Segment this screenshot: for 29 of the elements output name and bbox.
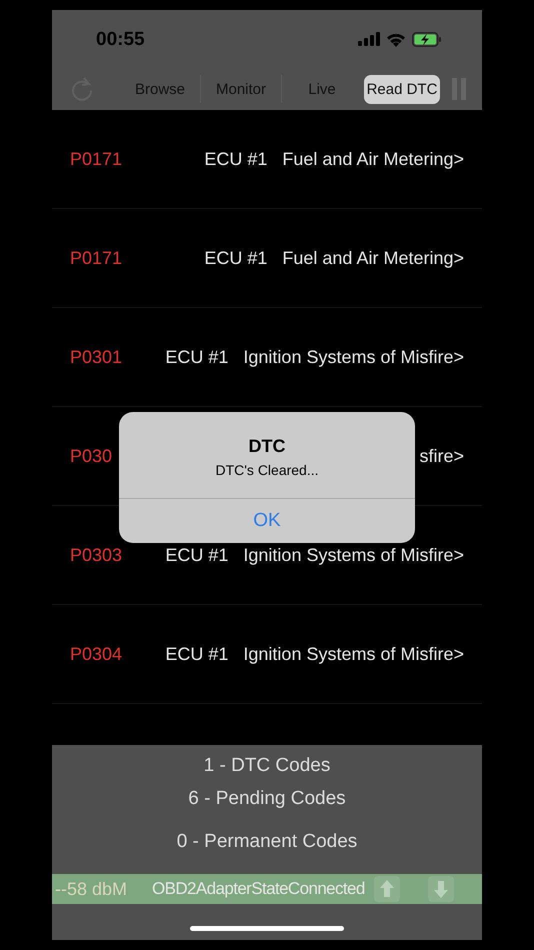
dtc-code: P0304 xyxy=(70,644,122,664)
ecu-label: ECU #1 xyxy=(165,644,228,664)
dtc-description[interactable]: Fuel and Air Metering> xyxy=(282,148,464,170)
adapter-state: OBD2AdapterStateConnected xyxy=(152,879,365,899)
dtc-description[interactable]: Ignition Systems of Misfire> xyxy=(243,346,464,368)
ecu-label: ECU #1 xyxy=(204,248,268,268)
dtc-description[interactable]: Ignition Systems of Misfire> xyxy=(243,544,464,566)
signal-icon xyxy=(358,32,380,46)
alert-message: DTC's Cleared... xyxy=(215,462,319,478)
dtc-description[interactable]: Ignition Systems of Misfire> xyxy=(243,644,464,664)
ecu-label: ECU #1 xyxy=(165,346,228,368)
dtc-code: P0301 xyxy=(70,346,122,368)
code-count: 6 - Pending Codes xyxy=(188,787,346,811)
alert-title: DTC xyxy=(248,436,286,457)
dtc-description[interactable]: Fuel and Air Metering> xyxy=(282,248,464,268)
code-count: 0 - Permanent Codes xyxy=(176,830,358,854)
dtc-code: P0303 xyxy=(70,544,122,566)
ecu-label: ECU #1 xyxy=(204,148,268,170)
signal-strength: --58 dbM xyxy=(54,878,128,900)
clock-time: 00:55 xyxy=(96,28,146,51)
tab[interactable]: Read DTC xyxy=(364,74,440,104)
dtc-code: P0171 xyxy=(70,148,122,170)
dtc-description[interactable]: sfire> xyxy=(419,446,464,466)
code-count: 1 - DTC Codes xyxy=(204,754,330,778)
ecu-label: ECU #1 xyxy=(165,544,228,566)
dtc-code: P0171 xyxy=(70,248,122,268)
dtc-code: P030 xyxy=(70,446,112,466)
battery-charging-icon xyxy=(412,32,442,46)
wifi-icon xyxy=(386,32,406,46)
